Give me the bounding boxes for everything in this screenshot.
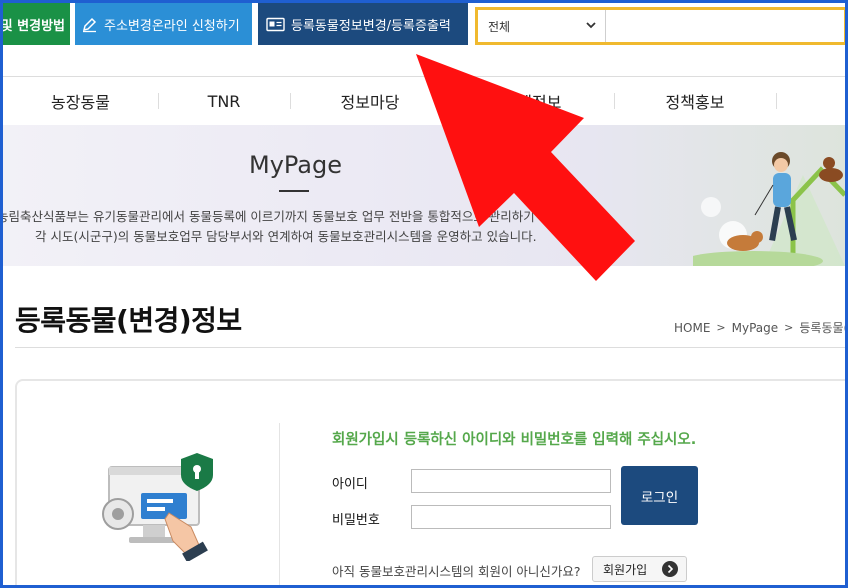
search-scope-value: 전체 xyxy=(488,19,511,34)
login-card: 회원가입시 등록하신 아이디와 비밀번호를 입력해 주십시오. 아이디 비밀번호… xyxy=(15,379,845,585)
search-box: 전체 xyxy=(475,7,845,45)
divider xyxy=(15,347,845,348)
breadcrumb-home[interactable]: HOME xyxy=(674,321,710,335)
id-input[interactable] xyxy=(411,469,611,493)
nav-item-business-info[interactable]: 업체정보 xyxy=(450,77,614,125)
banner-description-line1: 농림축산식품부는 유기동물관리에서 동물등록에 이르기까지 동물보호 업무 전반… xyxy=(3,209,562,224)
nav-item-tnr[interactable]: TNR xyxy=(158,77,290,125)
search-input[interactable] xyxy=(608,10,844,42)
nav-label: TNR xyxy=(207,91,241,111)
login-instruction: 회원가입시 등록하신 아이디와 비밀번호를 입력해 주십시오. xyxy=(332,432,697,448)
chevron-down-icon xyxy=(586,22,596,29)
registration-method-label: 및 변경방법 xyxy=(3,18,65,34)
page-title: 등록동물(변경)정보 xyxy=(15,304,242,337)
nav-item-info[interactable]: 정보마당 xyxy=(290,77,450,125)
browser-frame: 및 변경방법 주소변경온라인 신청하기 등록동물정보변경/등록증출력 전체 농장… xyxy=(3,3,845,585)
nav-label: 정책홍보 xyxy=(665,93,725,112)
nav-label: 업체정보 xyxy=(502,93,562,112)
nav-separator xyxy=(776,93,777,109)
search-scope-select[interactable]: 전체 xyxy=(478,10,606,42)
top-bar: 및 변경방법 주소변경온라인 신청하기 등록동물정보변경/등록증출력 전체 xyxy=(3,3,845,49)
signup-button[interactable]: 회원가입 xyxy=(592,556,687,582)
address-change-label: 주소변경온라인 신청하기 xyxy=(104,18,240,34)
password-label: 비밀번호 xyxy=(332,513,380,528)
chevron-right-icon: > xyxy=(784,321,794,334)
banner-description-line2: 각 시도(시군구)의 동물보호업무 담당부서와 연계하여 동물보호관리시스템을 … xyxy=(35,229,537,244)
chevron-right-icon: > xyxy=(716,321,726,334)
nav-item-policy[interactable]: 정책홍보 xyxy=(614,77,776,125)
nav-label: 농장동물 xyxy=(51,93,110,112)
mypage-banner: MyPage 농림축산식품부는 유기동물관리에서 동물등록에 이르기까지 동물보… xyxy=(3,125,845,266)
dog-walker-illustration xyxy=(693,152,845,266)
banner-title: MyPage xyxy=(249,151,343,179)
registered-animal-info-label: 등록동물정보변경/등록증출력 xyxy=(291,18,451,34)
registration-method-tab[interactable]: 및 변경방법 xyxy=(3,3,70,45)
id-label: 아이디 xyxy=(332,477,368,492)
signup-prompt: 아직 동물보호관리시스템의 회원이 아니신가요? xyxy=(332,564,581,579)
secure-computer-illustration xyxy=(102,453,213,561)
nav-item-farm-animals[interactable]: 농장동물 xyxy=(3,77,158,125)
card-divider xyxy=(279,423,280,585)
password-input[interactable] xyxy=(411,505,611,529)
address-change-online-button[interactable]: 주소변경온라인 신청하기 xyxy=(75,3,252,45)
id-card-icon xyxy=(266,17,285,31)
nav-label: 정보마당 xyxy=(340,93,400,112)
breadcrumb-current: 등록동물(변 xyxy=(799,321,845,335)
registered-animal-info-button[interactable]: 등록동물정보변경/등록증출력 xyxy=(258,3,468,45)
pencil-icon xyxy=(82,17,97,32)
breadcrumb: HOME > MyPage > 등록동물(변 xyxy=(674,319,845,336)
breadcrumb-mypage[interactable]: MyPage xyxy=(732,321,779,335)
banner-title-underline xyxy=(279,190,309,192)
login-button[interactable]: 로그인 xyxy=(621,466,698,525)
main-nav: 농장동물 TNR 정보마당 업체정보 정책홍보 xyxy=(3,77,845,125)
login-button-label: 로그인 xyxy=(640,489,679,506)
signup-button-label: 회원가입 xyxy=(603,562,648,577)
chevron-right-circle-icon xyxy=(662,561,678,577)
